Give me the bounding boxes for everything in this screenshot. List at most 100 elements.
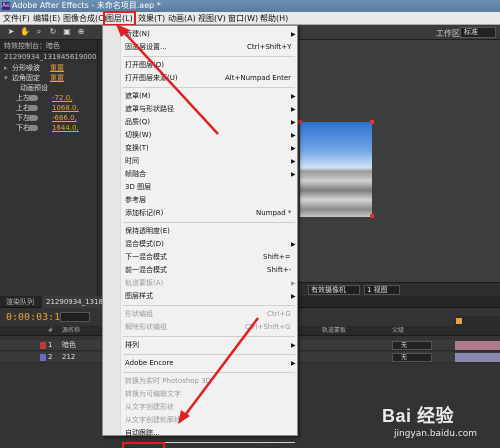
menu-item-shortcut: Numpad * [256, 209, 292, 217]
property-row-upper-right[interactable]: 上右 1068.0, [0, 103, 97, 113]
zoom-tool-icon[interactable]: ⌕ [34, 27, 44, 37]
menu-item-shortcut: Ctrl+Shift+G [245, 323, 291, 331]
property-row-lower-right[interactable]: 下右 1644.0, [0, 123, 97, 133]
menu-item[interactable]: 添加标记(R) Numpad * [103, 207, 299, 220]
menu-window[interactable]: 窗口(W) [228, 12, 258, 25]
menu-help[interactable]: 帮助(H) [260, 12, 288, 25]
menu-effect[interactable]: 效果(T) [138, 12, 165, 25]
menu-item[interactable]: 下一混合模式 Shift+= [103, 251, 299, 264]
menu-item[interactable]: 打开图层(O) [103, 59, 299, 72]
reset-link[interactable]: 重置 [50, 63, 64, 73]
menu-item[interactable]: 自动跟踪... [103, 427, 299, 440]
effect-controls-tab[interactable]: 特效控制台：暗色 [0, 40, 97, 52]
menu-item[interactable]: 混合模式(D) ▶ [103, 238, 299, 251]
menu-animation[interactable]: 动画(A) [168, 12, 196, 25]
menu-separator [123, 222, 295, 223]
property-row-upper-left[interactable]: 上左 -72.0, [0, 93, 97, 103]
menu-item[interactable]: 3D 图层 [103, 181, 299, 194]
menu-item[interactable]: 切换(W) ▶ [103, 129, 299, 142]
parent-select[interactable]: 无 [392, 341, 432, 350]
corner-handle[interactable] [370, 214, 374, 218]
rotate-tool-icon[interactable]: ↻ [48, 27, 58, 37]
layer-color-label[interactable] [40, 354, 46, 361]
corner-handle[interactable] [370, 120, 374, 124]
camera-tool-icon[interactable]: ▣ [62, 27, 72, 37]
menu-item[interactable]: 遮罩与形状路径 ▶ [103, 103, 299, 116]
twirl-icon[interactable]: ▾ [4, 73, 8, 83]
menu-view[interactable]: 视图(V) [198, 12, 226, 25]
layer-duration-bar[interactable] [455, 353, 500, 362]
menu-item: 轨道蒙板(A) ▶ [103, 277, 299, 290]
menu-edit[interactable]: 编辑(E) [33, 12, 60, 25]
twirl-icon[interactable]: ▸ [4, 63, 8, 73]
menu-item-label: 排列 [125, 341, 139, 349]
property-name: 动画预设 [20, 84, 48, 92]
effect-row-fractal-noise[interactable]: ▸ 分形噪波 重置 [0, 63, 97, 73]
menu-item-label: 帧融合 [125, 170, 146, 178]
menu-item: 转换为可编辑文字 [103, 388, 299, 401]
menu-item[interactable]: 时间 ▶ [103, 155, 299, 168]
property-value[interactable]: -72.0, [52, 93, 72, 103]
menu-item: 解除形状编组 Ctrl+Shift+G [103, 321, 299, 334]
pan-behind-tool-icon[interactable]: ⊕ [76, 27, 86, 37]
menu-item[interactable]: 品质(Q) ▶ [103, 116, 299, 129]
effect-row-animation-presets[interactable]: 动画预设 [0, 83, 97, 93]
view-layout-select[interactable]: 1 视图 [364, 285, 400, 295]
title-bar: Ae Adobe After Effects - 未命名项目.aep * [0, 0, 500, 12]
menu-separator [123, 305, 295, 306]
menu-item: 从文字创建轮廓线 [103, 414, 299, 427]
stopwatch-icon[interactable] [28, 115, 38, 121]
baidu-jingyan-watermark: Bai 经验 jingyan.baidu.com [380, 402, 498, 446]
tab-render-queue[interactable]: 渲染队列 [2, 296, 38, 308]
submenu-arrow-icon: ▶ [291, 171, 296, 178]
reset-link[interactable]: 重置 [50, 73, 64, 83]
property-value[interactable]: -666.0, [52, 113, 77, 123]
layer-name[interactable]: 212 [62, 352, 75, 363]
submenu-arrow-icon: ▶ [291, 293, 296, 300]
menu-item-label: 转换为可编辑文字 [125, 390, 181, 398]
menu-item[interactable]: 打开图层来源(U) Alt+Numpad Enter [103, 72, 299, 85]
timeline-search-input[interactable] [60, 312, 90, 322]
menu-item[interactable]: 帧融合 ▶ [103, 168, 299, 181]
workspace-select[interactable]: 标准 [460, 27, 496, 38]
menu-item[interactable]: 变换(T) ▶ [103, 142, 299, 155]
effect-row-corner-pin[interactable]: ▾ 边角固定 重置 [0, 73, 97, 83]
stopwatch-icon[interactable] [28, 105, 38, 111]
stopwatch-icon[interactable] [28, 125, 38, 131]
menu-file[interactable]: 文件(F) [3, 12, 30, 25]
menu-item: 从文字创建形状 [103, 401, 299, 414]
menu-item[interactable]: 图层样式 ▶ [103, 290, 299, 303]
menu-item-label: 新建(N) [125, 30, 150, 38]
menu-item[interactable]: 排列 ▶ [103, 339, 299, 352]
menu-bar: 文件(F) 编辑(E) 图像合成(C) 图层(L) 效果(T) 动画(A) 视图… [0, 11, 500, 26]
composition-layer-image[interactable] [300, 122, 372, 217]
menu-item[interactable]: 前一混合模式 Shift+- [103, 264, 299, 277]
submenu-arrow-icon: ▶ [291, 31, 296, 38]
layer-duration-bar[interactable] [455, 341, 500, 350]
timecode[interactable]: 0:00:03:18 [6, 312, 66, 323]
selection-tool-icon[interactable]: ➤ [6, 27, 16, 37]
submenu-arrow-icon: ▶ [291, 241, 296, 248]
active-camera-select[interactable]: 有效摄像机 [308, 285, 360, 295]
stopwatch-icon[interactable] [28, 95, 38, 101]
menu-item[interactable]: 固态层设置... Ctrl+Shift+Y [103, 41, 299, 54]
menu-item[interactable]: 保持透明度(E) [103, 225, 299, 238]
menu-layer[interactable]: 图层(L) [103, 11, 136, 26]
menu-item[interactable]: 参考层 [103, 194, 299, 207]
property-value[interactable]: 1644.0, [52, 123, 79, 133]
playhead-icon[interactable] [456, 318, 462, 324]
parent-select[interactable]: 无 [392, 353, 432, 362]
menu-composition[interactable]: 图像合成(C) [63, 12, 107, 25]
menu-item[interactable]: 遮罩(M) ▶ [103, 90, 299, 103]
menu-item-label: 前一混合模式 [125, 266, 167, 274]
submenu-arrow-icon: ▶ [291, 119, 296, 126]
property-row-lower-left[interactable]: 下左 -666.0, [0, 113, 97, 123]
layer-color-label[interactable] [40, 342, 46, 349]
menu-item[interactable]: 新建(N) ▶ [103, 28, 299, 41]
menu-item[interactable]: Adobe Encore ▶ [103, 357, 299, 370]
column-number: # [48, 327, 54, 334]
hand-tool-icon[interactable]: ✋ [20, 27, 30, 37]
column-source-name: 源名称 [62, 327, 81, 334]
layer-name[interactable]: 暗色 [62, 340, 76, 351]
property-value[interactable]: 1068.0, [52, 103, 79, 113]
